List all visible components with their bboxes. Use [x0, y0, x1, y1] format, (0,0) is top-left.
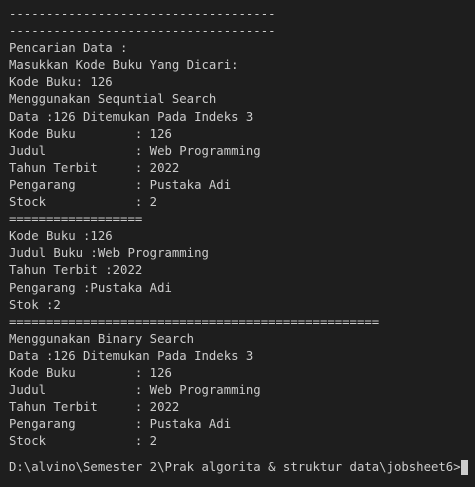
output-line: Kode Buku : 126: [9, 126, 172, 141]
output-line: Masukkan Kode Buku Yang Dicari:: [9, 58, 239, 73]
output-line: Stock : 2: [9, 434, 158, 449]
output-line: Pengarang : Pustaka Adi: [9, 177, 232, 192]
output-line: Tahun Terbit :2022: [9, 263, 143, 278]
command-prompt[interactable]: D:\alvino\Semester 2\Prak algorita & str…: [9, 459, 468, 476]
output-line: Menggunakan Binary Search: [9, 331, 195, 346]
output-line: Kode Buku : 126: [9, 365, 172, 380]
output-line: Pengarang : Pustaka Adi: [9, 417, 232, 432]
text-cursor: [460, 460, 468, 476]
output-line: Pencarian Data :: [9, 41, 128, 56]
terminal-window[interactable]: ------------------------------------ ---…: [0, 0, 475, 487]
output-line: Tahun Terbit : 2022: [9, 400, 180, 415]
output-line: Data :126 Ditemukan Pada Indeks 3: [9, 348, 254, 363]
output-line: Judul : Web Programming: [9, 383, 261, 398]
output-line: Judul : Web Programming: [9, 143, 261, 158]
prompt-path: D:\alvino\Semester 2\Prak algorita & str…: [9, 460, 461, 474]
output-line: Stok :2: [9, 297, 61, 312]
output-line: Kode Buku :126: [9, 229, 113, 244]
output-line: ------------------------------------: [9, 24, 276, 39]
output-line: Tahun Terbit : 2022: [9, 160, 180, 175]
output-line: Judul Buku :Web Programming: [9, 246, 209, 261]
output-line: Stock : 2: [9, 195, 158, 210]
output-line: ==================: [9, 212, 143, 227]
output-line: Data :126 Ditemukan Pada Indeks 3: [9, 109, 254, 124]
output-line: Menggunakan Sequntial Search: [9, 92, 217, 107]
output-line: Pengarang :Pustaka Adi: [9, 280, 172, 295]
output-line: Kode Buku: 126: [9, 75, 113, 90]
output-line: ========================================…: [9, 314, 380, 329]
output-line: ------------------------------------: [9, 7, 276, 21]
